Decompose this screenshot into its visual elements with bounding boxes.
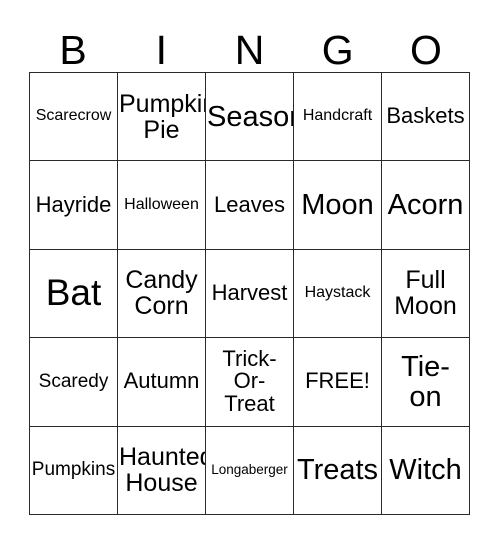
header-letter-b: B — [59, 27, 87, 73]
bingo-square[interactable]: FREE! — [294, 338, 382, 427]
bingo-square-label: Handcraft — [302, 107, 373, 125]
bingo-square-label: Baskets — [386, 103, 465, 129]
bingo-square-label: Pumpkins — [31, 459, 116, 481]
bingo-square[interactable]: Candy Corn — [118, 249, 206, 339]
bingo-square[interactable]: Leaves — [206, 161, 294, 250]
bingo-square[interactable]: Scarecrow — [30, 73, 118, 162]
bingo-square-label: Full Moon — [394, 266, 457, 321]
bingo-square[interactable]: Acorn — [382, 161, 470, 250]
bingo-square[interactable]: Full Moon — [382, 249, 470, 339]
bingo-square[interactable]: Baskets — [382, 73, 470, 162]
bingo-square[interactable]: Harvest — [206, 249, 294, 339]
bingo-square-label: Harvest — [211, 280, 288, 306]
bingo-square-label: Haystack — [304, 284, 371, 302]
bingo-square[interactable]: Halloween — [118, 161, 206, 250]
bingo-square-label: Hayride — [35, 191, 112, 217]
bingo-square-label: Pumpkin Pie — [119, 89, 205, 144]
bingo-square[interactable]: Moon — [294, 161, 382, 250]
bingo-square[interactable]: Pumpkin Pie — [118, 73, 206, 162]
bingo-square[interactable]: Season — [206, 73, 294, 162]
bingo-square-label: Longaberger — [211, 462, 288, 478]
bingo-square-label: Trick- Or- Treat — [222, 345, 277, 417]
bingo-square[interactable]: Treats — [294, 426, 382, 515]
bingo-square-label: Tie- on — [401, 350, 450, 413]
bingo-square[interactable]: Haunted House — [118, 426, 206, 515]
bingo-header: B I N G O — [29, 18, 470, 72]
bingo-square-label: Season — [207, 100, 293, 133]
bingo-square-label: Moon — [301, 189, 374, 222]
bingo-square-label: Witch — [389, 454, 462, 487]
header-letter-n: N — [234, 27, 265, 73]
bingo-square-label: Scarecrow — [35, 107, 112, 125]
bingo-square-label: Scaredy — [38, 371, 109, 393]
header-letter-g: G — [321, 27, 354, 73]
bingo-square[interactable]: Autumn — [118, 338, 206, 427]
bingo-square[interactable]: Handcraft — [294, 73, 382, 162]
bingo-card: B I N G O Scarecrow Pumpkin PieSeason Hand… — [0, 0, 500, 544]
bingo-square[interactable]: Bat — [30, 249, 118, 339]
bingo-square-label: Bat — [45, 272, 102, 314]
bingo-square[interactable]: Hayride — [30, 161, 118, 250]
bingo-square-label: Treats — [296, 454, 379, 487]
bingo-square[interactable]: Haystack — [294, 249, 382, 339]
bingo-square[interactable]: Pumpkins — [30, 426, 118, 515]
bingo-square-label: Leaves — [214, 191, 285, 217]
bingo-square[interactable]: Longaberger — [206, 426, 294, 515]
bingo-square[interactable]: Trick- Or- Treat — [206, 338, 294, 427]
bingo-square-label: Acorn — [387, 189, 464, 222]
bingo-square-label: Haunted House — [119, 443, 206, 498]
bingo-grid: Scarecrow Pumpkin PieSeason Handcraft Baske… — [29, 72, 470, 515]
bingo-square-label: Halloween — [124, 195, 199, 213]
bingo-square[interactable]: Scaredy — [30, 338, 118, 427]
header-letter-i: I — [155, 27, 167, 73]
header-letter-o: O — [409, 27, 442, 73]
bingo-square-label: Candy Corn — [125, 266, 198, 321]
bingo-square-label: FREE! — [305, 368, 370, 394]
bingo-square-label: Autumn — [123, 368, 200, 394]
bingo-square[interactable]: Tie- on — [382, 338, 470, 427]
bingo-square[interactable]: Witch — [382, 426, 470, 515]
